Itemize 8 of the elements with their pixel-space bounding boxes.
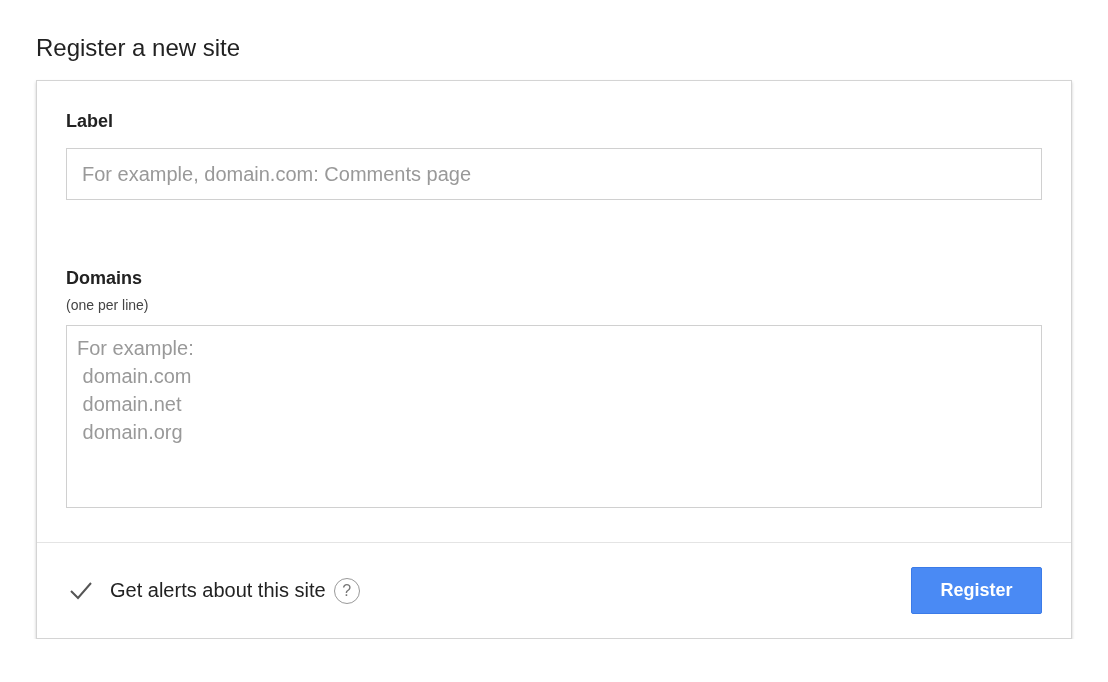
label-input-field[interactable]: For example, domain.com: Comments page: [66, 148, 1042, 200]
field-label: Label: [66, 111, 114, 132]
field-label: Domains: [66, 268, 144, 289]
domains-input-field[interactable]: For example: domain.com domain.net domain.org: [66, 325, 1042, 508]
page-title: Register a new site: [36, 34, 242, 62]
field-hint: (one per line): [66, 297, 150, 313]
register-button[interactable]: Register: [911, 567, 1042, 614]
checkbox-label: Get alerts about this site: [110, 579, 326, 602]
